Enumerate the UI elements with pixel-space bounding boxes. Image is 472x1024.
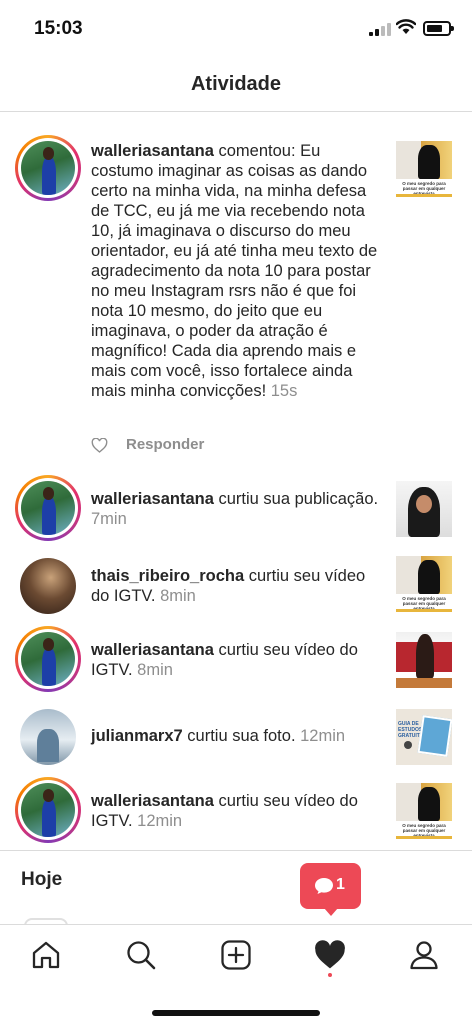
battery-icon (423, 21, 454, 36)
activity-text[interactable]: walleriasantana curtiu seu vídeo do IGTV… (91, 640, 386, 680)
profile-icon (410, 941, 438, 970)
reply-button[interactable]: Responder (126, 436, 204, 453)
home-indicator (152, 1010, 320, 1016)
avatar[interactable] (20, 709, 76, 765)
username[interactable]: walleriasantana (91, 142, 214, 160)
timestamp: 12min (295, 727, 346, 745)
igtv-thumbnail[interactable]: O meu segredo para passar em qualquer en… (396, 556, 452, 612)
status-bar: 15:03 (0, 0, 472, 58)
status-time: 15:03 (34, 18, 83, 39)
activity-text[interactable]: walleriasantana comentou: Eu costumo ima… (91, 141, 386, 401)
thumbnail-caption: GUIA DE ESTUDOS GRATUITO (398, 721, 424, 739)
activity-text[interactable]: thais_ribeiro_rocha curtiu seu vídeo do … (91, 566, 386, 606)
username[interactable]: thais_ribeiro_rocha (91, 567, 244, 585)
tab-new-post[interactable] (216, 935, 256, 975)
search-icon (127, 941, 156, 970)
section-divider (0, 850, 472, 851)
username[interactable]: julianmarx7 (91, 727, 183, 745)
username[interactable]: walleriasantana (91, 641, 214, 659)
tab-search[interactable] (121, 935, 161, 975)
post-thumbnail[interactable] (396, 481, 452, 537)
activity-indicator-dot (328, 973, 332, 977)
igtv-thumbnail[interactable] (396, 632, 452, 688)
home-icon (32, 941, 60, 969)
activity-notification-badge[interactable]: 1 (300, 863, 361, 916)
avatar (21, 141, 75, 195)
comment-bubble-icon (315, 878, 333, 894)
tab-profile[interactable] (404, 935, 444, 975)
notification-count: 1 (336, 876, 345, 893)
activity-text[interactable]: julianmarx7 curtiu sua foto. 12min (91, 726, 386, 746)
timestamp: 8min (132, 661, 173, 679)
username[interactable]: walleriasantana (91, 490, 214, 508)
avatar-story-ring[interactable] (15, 626, 81, 692)
add-post-icon (221, 940, 251, 970)
igtv-thumbnail[interactable]: O meu segredo para passar em qualquer en… (396, 783, 452, 839)
activity-text[interactable]: walleriasantana curtiu sua publicação. 7… (91, 489, 386, 529)
header: Atividade (0, 58, 472, 112)
comment-text: comentou: Eu costumo imaginar as coisas … (91, 142, 378, 400)
tab-activity[interactable] (310, 935, 350, 975)
timestamp: 8min (155, 587, 196, 605)
timestamp: 15s (266, 382, 298, 400)
wifi-icon (396, 19, 416, 34)
cellular-signal-icon (369, 23, 391, 36)
heart-icon (315, 940, 345, 969)
tab-home[interactable] (26, 935, 66, 975)
avatar (21, 783, 75, 837)
post-thumbnail[interactable]: O meu segredo para passar em qualquer en… (396, 141, 452, 197)
avatar[interactable] (20, 558, 76, 614)
page-title: Atividade (190, 73, 282, 95)
section-title: Hoje (21, 869, 63, 890)
activity-description: curtiu sua foto. (182, 727, 296, 745)
username[interactable]: walleriasantana (91, 792, 214, 810)
avatar (21, 481, 75, 535)
avatar-story-ring[interactable] (15, 475, 81, 541)
activity-description: curtiu sua publicação. (213, 490, 379, 508)
photo-thumbnail[interactable]: GUIA DE ESTUDOS GRATUITO (396, 709, 452, 765)
activity-text[interactable]: walleriasantana curtiu seu vídeo do IGTV… (91, 791, 386, 831)
timestamp: 7min (91, 510, 127, 528)
avatar (21, 632, 75, 686)
avatar-story-ring[interactable] (15, 135, 81, 201)
avatar-story-ring[interactable] (15, 777, 81, 843)
timestamp: 12min (132, 812, 183, 830)
bottom-tab-bar (0, 924, 472, 1024)
like-heart-icon[interactable] (91, 438, 108, 453)
